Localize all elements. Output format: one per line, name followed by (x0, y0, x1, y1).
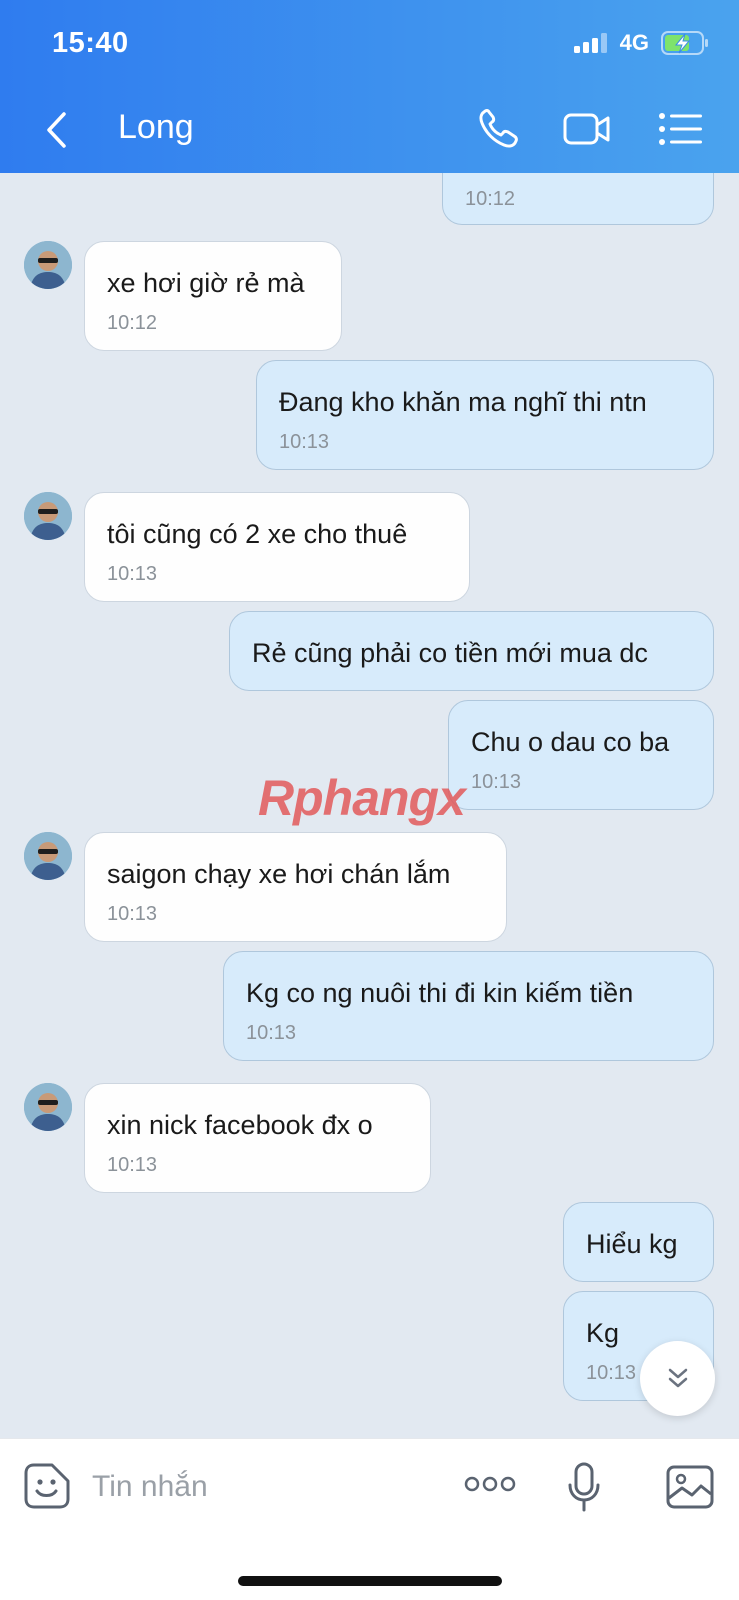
back-button[interactable] (42, 108, 72, 152)
message-time: 10:13 (107, 903, 158, 925)
network-label: 4G (619, 30, 649, 55)
list-menu-icon[interactable] (656, 106, 706, 152)
contact-photo (24, 241, 72, 289)
message-bubble-outgoing[interactable]: 10:12 (442, 173, 714, 225)
contact-photo (24, 1083, 72, 1131)
avatar[interactable] (24, 832, 72, 880)
message-text: Kg (586, 1318, 620, 1348)
message-text: xin nick facebook đx o (107, 1110, 373, 1140)
message-bubble-incoming[interactable]: xe hơi giờ rẻ mà 10:12 (84, 241, 342, 351)
avatar[interactable] (24, 241, 72, 289)
message-bubble-outgoing[interactable]: Hiểu kg (563, 1202, 714, 1282)
message-composer (0, 1438, 739, 1600)
message-list[interactable]: 10:12 xe hơi giờ rẻ mà 10:12 Đang kho kh… (0, 173, 739, 1438)
status-indicators: 4G (573, 30, 709, 56)
message-input[interactable] (92, 1467, 392, 1507)
battery-charging-icon (661, 31, 708, 55)
contact-name[interactable]: Long (118, 108, 194, 147)
message-time: 10:13 (246, 1022, 297, 1044)
status-time: 15:40 (52, 27, 129, 59)
chat-header: 15:40 4G Long (0, 0, 739, 173)
message-text: xe hơi giờ rẻ mà (107, 268, 305, 298)
message-time: 10:13 (279, 431, 330, 453)
message-time: 10:13 (107, 1154, 158, 1176)
avatar[interactable] (24, 1083, 72, 1131)
message-text: Chu o dau co ba (471, 727, 670, 757)
message-time: 10:13 (107, 563, 158, 585)
watermark-logo: Rphangx (258, 770, 466, 826)
scroll-to-bottom-button[interactable] (640, 1341, 715, 1416)
phone-icon[interactable] (474, 106, 524, 152)
message-text: tôi cũng có 2 xe cho thuê (107, 519, 408, 549)
message-bubble-outgoing[interactable]: Kg co ng nuôi thi đi kin kiếm tiền 10:13 (223, 951, 714, 1061)
message-bubble-outgoing[interactable]: Rẻ cũng phải co tiền mới mua dc (229, 611, 714, 691)
home-indicator[interactable] (238, 1576, 502, 1586)
message-text: Rẻ cũng phải co tiền mới mua dc (252, 638, 648, 668)
message-time: 10:13 (471, 771, 522, 793)
contact-photo (24, 832, 72, 880)
message-text: Kg co ng nuôi thi đi kin kiếm tiền (246, 978, 634, 1008)
video-camera-icon[interactable] (562, 106, 612, 152)
message-time: 10:12 (107, 312, 158, 334)
message-time: 10:12 (465, 188, 516, 210)
more-dots-icon[interactable] (464, 1469, 516, 1499)
message-bubble-incoming[interactable]: tôi cũng có 2 xe cho thuê 10:13 (84, 492, 470, 602)
microphone-icon[interactable] (566, 1461, 602, 1513)
message-text: Đang kho khăn ma nghĩ thi ntn (279, 387, 647, 417)
image-gallery-icon[interactable] (665, 1464, 715, 1510)
message-bubble-outgoing[interactable]: Đang kho khăn ma nghĩ thi ntn 10:13 (256, 360, 714, 470)
message-text: Hiểu kg (586, 1229, 678, 1259)
message-bubble-outgoing[interactable]: Chu o dau co ba 10:13 (448, 700, 714, 810)
message-bubble-incoming[interactable]: xin nick facebook đx o 10:13 (84, 1083, 431, 1193)
contact-photo (24, 492, 72, 540)
message-text: saigon chạy xe hơi chán lắm (107, 859, 451, 889)
double-chevron-down-icon (668, 1368, 687, 1387)
message-bubble-incoming[interactable]: saigon chạy xe hơi chán lắm 10:13 (84, 832, 507, 942)
sticker-face-icon[interactable] (22, 1461, 72, 1511)
message-time: 10:13 (586, 1362, 637, 1384)
signal-bars-icon (573, 33, 607, 53)
avatar[interactable] (24, 492, 72, 540)
